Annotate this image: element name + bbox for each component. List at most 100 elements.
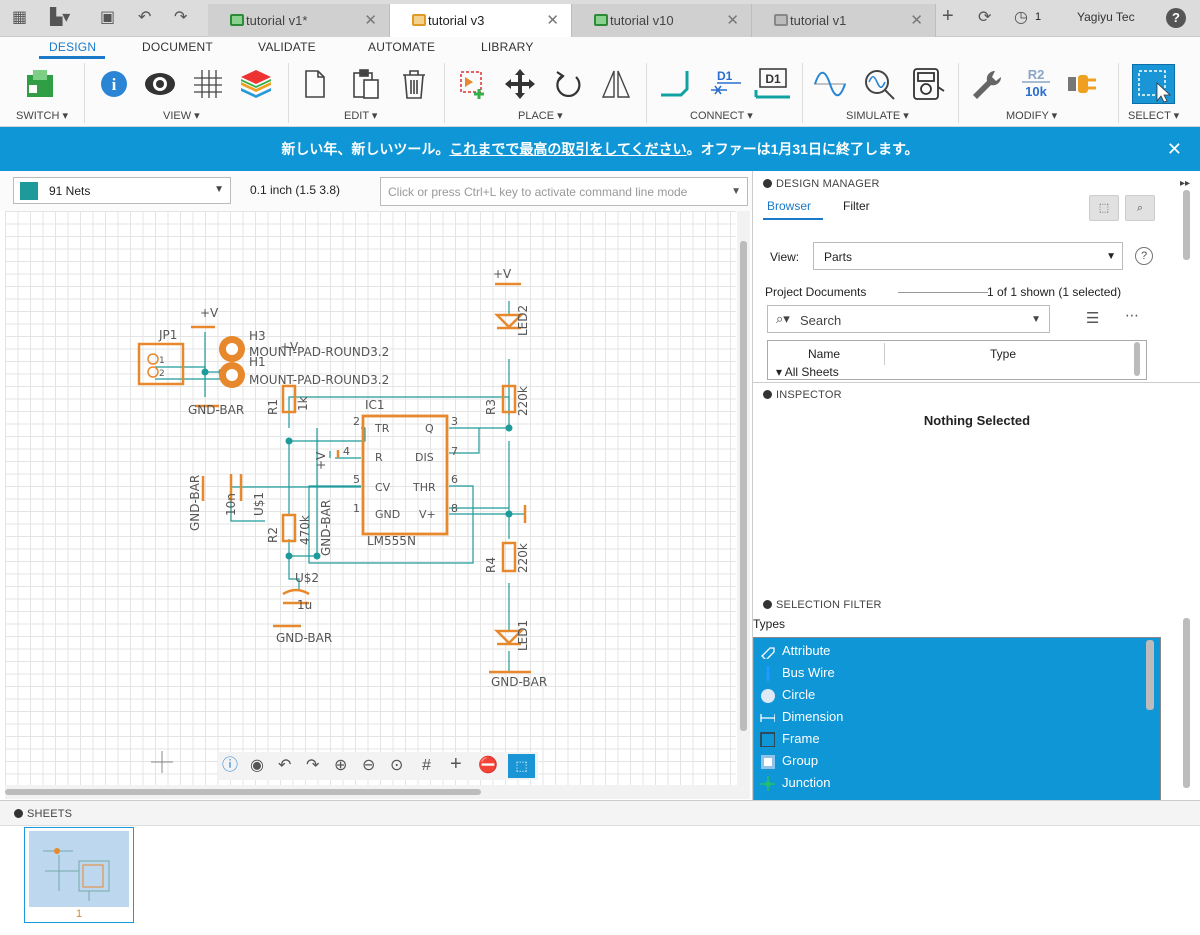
tab-document[interactable]: DOCUMENT <box>142 40 213 54</box>
close-tab-icon[interactable]: ✕ <box>364 4 377 37</box>
tree-item-all-sheets[interactable]: ▾ All Sheets <box>776 365 839 379</box>
filter-item-frame[interactable]: Frame <box>754 728 1144 750</box>
search-input[interactable]: ⌕▾ Search ▼ <box>767 305 1050 333</box>
tab-tutorial-v1[interactable]: tutorial v1 ✕ <box>752 4 936 37</box>
design-manager-header[interactable]: DESIGN MANAGER <box>763 178 880 190</box>
new-tab-icon[interactable]: + <box>942 6 954 26</box>
close-tab-icon[interactable]: ✕ <box>546 4 559 37</box>
apps-grid-icon[interactable]: ▦ <box>12 8 27 28</box>
column-separator[interactable] <box>884 343 885 365</box>
chevron-down-icon[interactable]: ▼ <box>1031 314 1041 325</box>
scroll-thumb[interactable] <box>740 241 747 731</box>
view-dropdown[interactable]: Parts ▼ <box>813 242 1123 270</box>
panel-scroll-thumb[interactable] <box>1183 190 1190 260</box>
scroll-thumb[interactable] <box>1134 342 1140 376</box>
probe-icon[interactable] <box>862 65 898 103</box>
paste-icon[interactable] <box>348 65 384 103</box>
scroll-thumb[interactable] <box>5 789 481 795</box>
net-icon[interactable] <box>657 65 693 103</box>
tab-validate[interactable]: VALIDATE <box>258 40 316 54</box>
banner-link[interactable]: これまでで最高の取引をしてください <box>449 141 686 157</box>
group-place[interactable]: PLACE ▾ <box>518 109 563 122</box>
group-connect[interactable]: CONNECT ▾ <box>690 109 753 122</box>
more-options-icon[interactable]: ⋯ <box>1125 307 1139 324</box>
filter-item-junction[interactable]: Junction <box>754 772 1144 794</box>
panel-scroll-thumb[interactable] <box>1183 618 1190 788</box>
tab-tutorial-v10[interactable]: tutorial v10 ✕ <box>572 4 752 37</box>
group-select[interactable]: SELECT ▾ <box>1128 109 1179 122</box>
stop-icon[interactable]: ⛔ <box>478 756 498 776</box>
collapse-icon[interactable] <box>14 809 23 818</box>
collapse-icon[interactable] <box>763 600 772 609</box>
filter-item-attribute[interactable]: Attribute <box>754 640 1144 662</box>
scroll-thumb[interactable] <box>1146 640 1154 710</box>
inspector-header[interactable]: INSPECTOR <box>763 389 842 401</box>
grid-icon[interactable] <box>190 65 226 103</box>
label-icon[interactable]: D1 <box>752 65 792 103</box>
info-icon[interactable]: i <box>96 65 132 103</box>
tab-tutorial-v1-modified[interactable]: tutorial v1* ✕ <box>208 4 390 37</box>
place-component-icon[interactable] <box>456 65 492 103</box>
tab-library[interactable]: LIBRARY <box>481 40 534 54</box>
zoom-to-icon[interactable]: ⌕ <box>1125 195 1155 221</box>
tab-filter[interactable]: Filter <box>843 199 870 213</box>
switch-to-pcb-icon[interactable] <box>22 65 58 103</box>
zoom-fit-icon[interactable]: ⊙ <box>390 756 403 776</box>
sheet-thumbnail[interactable]: 1 <box>24 827 134 923</box>
save-icon[interactable]: ▣ <box>100 8 115 28</box>
sheets-title[interactable]: SHEETS <box>14 808 72 820</box>
filter-item-bus-wire[interactable]: Bus Wire <box>754 662 1144 684</box>
copy-icon[interactable] <box>298 65 334 103</box>
mirror-icon[interactable] <box>598 65 634 103</box>
filter-item-group[interactable]: Group <box>754 750 1144 772</box>
group-edit[interactable]: EDIT ▾ <box>344 109 377 122</box>
layers-icon[interactable] <box>238 65 274 103</box>
user-name[interactable]: Yagiyu Tec <box>1077 10 1135 24</box>
file-menu-icon[interactable]: ▙▾ <box>50 8 70 28</box>
tab-automate[interactable]: AUTOMATE <box>368 40 435 54</box>
wrench-icon[interactable] <box>968 65 1004 103</box>
group-switch[interactable]: SWITCH ▾ <box>16 109 68 122</box>
show-icon[interactable]: ◉ <box>250 756 264 776</box>
collapse-panel-icon[interactable]: ▸▸ <box>1180 178 1190 189</box>
canvas-horizontal-scrollbar[interactable] <box>5 785 750 799</box>
sine-wave-icon[interactable] <box>812 65 848 103</box>
swap-part-icon[interactable] <box>1064 65 1100 103</box>
redo-icon[interactable]: ↷ <box>306 756 319 776</box>
select-tool-button[interactable] <box>1132 64 1175 104</box>
help-icon[interactable]: ? <box>1135 247 1153 265</box>
grid-icon[interactable]: # <box>422 756 431 776</box>
close-tab-icon[interactable]: ✕ <box>726 4 739 37</box>
canvas-vertical-scrollbar[interactable] <box>737 211 750 791</box>
job-status-icon[interactable]: ◷ <box>1014 8 1028 28</box>
delete-icon[interactable] <box>396 65 432 103</box>
collapse-icon[interactable] <box>763 179 772 188</box>
multimeter-icon[interactable] <box>910 65 946 103</box>
selection-filter-header[interactable]: SELECTION FILTER <box>763 599 882 611</box>
tab-browser[interactable]: Browser <box>767 199 811 213</box>
banner-close-icon[interactable]: ✕ <box>1167 127 1182 171</box>
extensions-icon[interactable]: ⟳ <box>978 8 991 28</box>
info-icon[interactable]: ⓘ <box>222 756 238 776</box>
select-icon[interactable]: ⬚ <box>508 754 535 778</box>
chevron-down-icon[interactable]: ▼ <box>731 185 741 199</box>
add-icon[interactable]: + <box>450 754 462 774</box>
group-view[interactable]: VIEW ▾ <box>163 109 200 122</box>
rotate-icon[interactable] <box>551 65 587 103</box>
zoom-in-icon[interactable]: ⊕ <box>334 756 347 776</box>
undo-icon[interactable]: ↶ <box>278 756 291 776</box>
group-simulate[interactable]: SIMULATE ▾ <box>846 109 909 122</box>
show-icon[interactable] <box>142 65 178 103</box>
help-icon[interactable]: ? <box>1166 8 1186 28</box>
tab-tutorial-v3[interactable]: tutorial v3 ✕ <box>390 4 572 38</box>
net-class-dropdown[interactable]: 91 Nets ▼ <box>13 177 231 204</box>
name-icon[interactable]: D1 <box>705 65 745 103</box>
close-tab-icon[interactable]: ✕ <box>910 4 923 37</box>
command-line-input[interactable]: Click or press Ctrl+L key to activate co… <box>380 177 748 206</box>
tab-design[interactable]: DESIGN <box>49 40 96 54</box>
select-mode-icon[interactable]: ⬚ <box>1089 195 1119 221</box>
redo-icon[interactable]: ↷ <box>174 8 187 28</box>
move-icon[interactable] <box>502 65 538 103</box>
column-header-name[interactable]: Name <box>808 347 840 361</box>
list-view-icon[interactable]: ☰ <box>1086 309 1099 327</box>
